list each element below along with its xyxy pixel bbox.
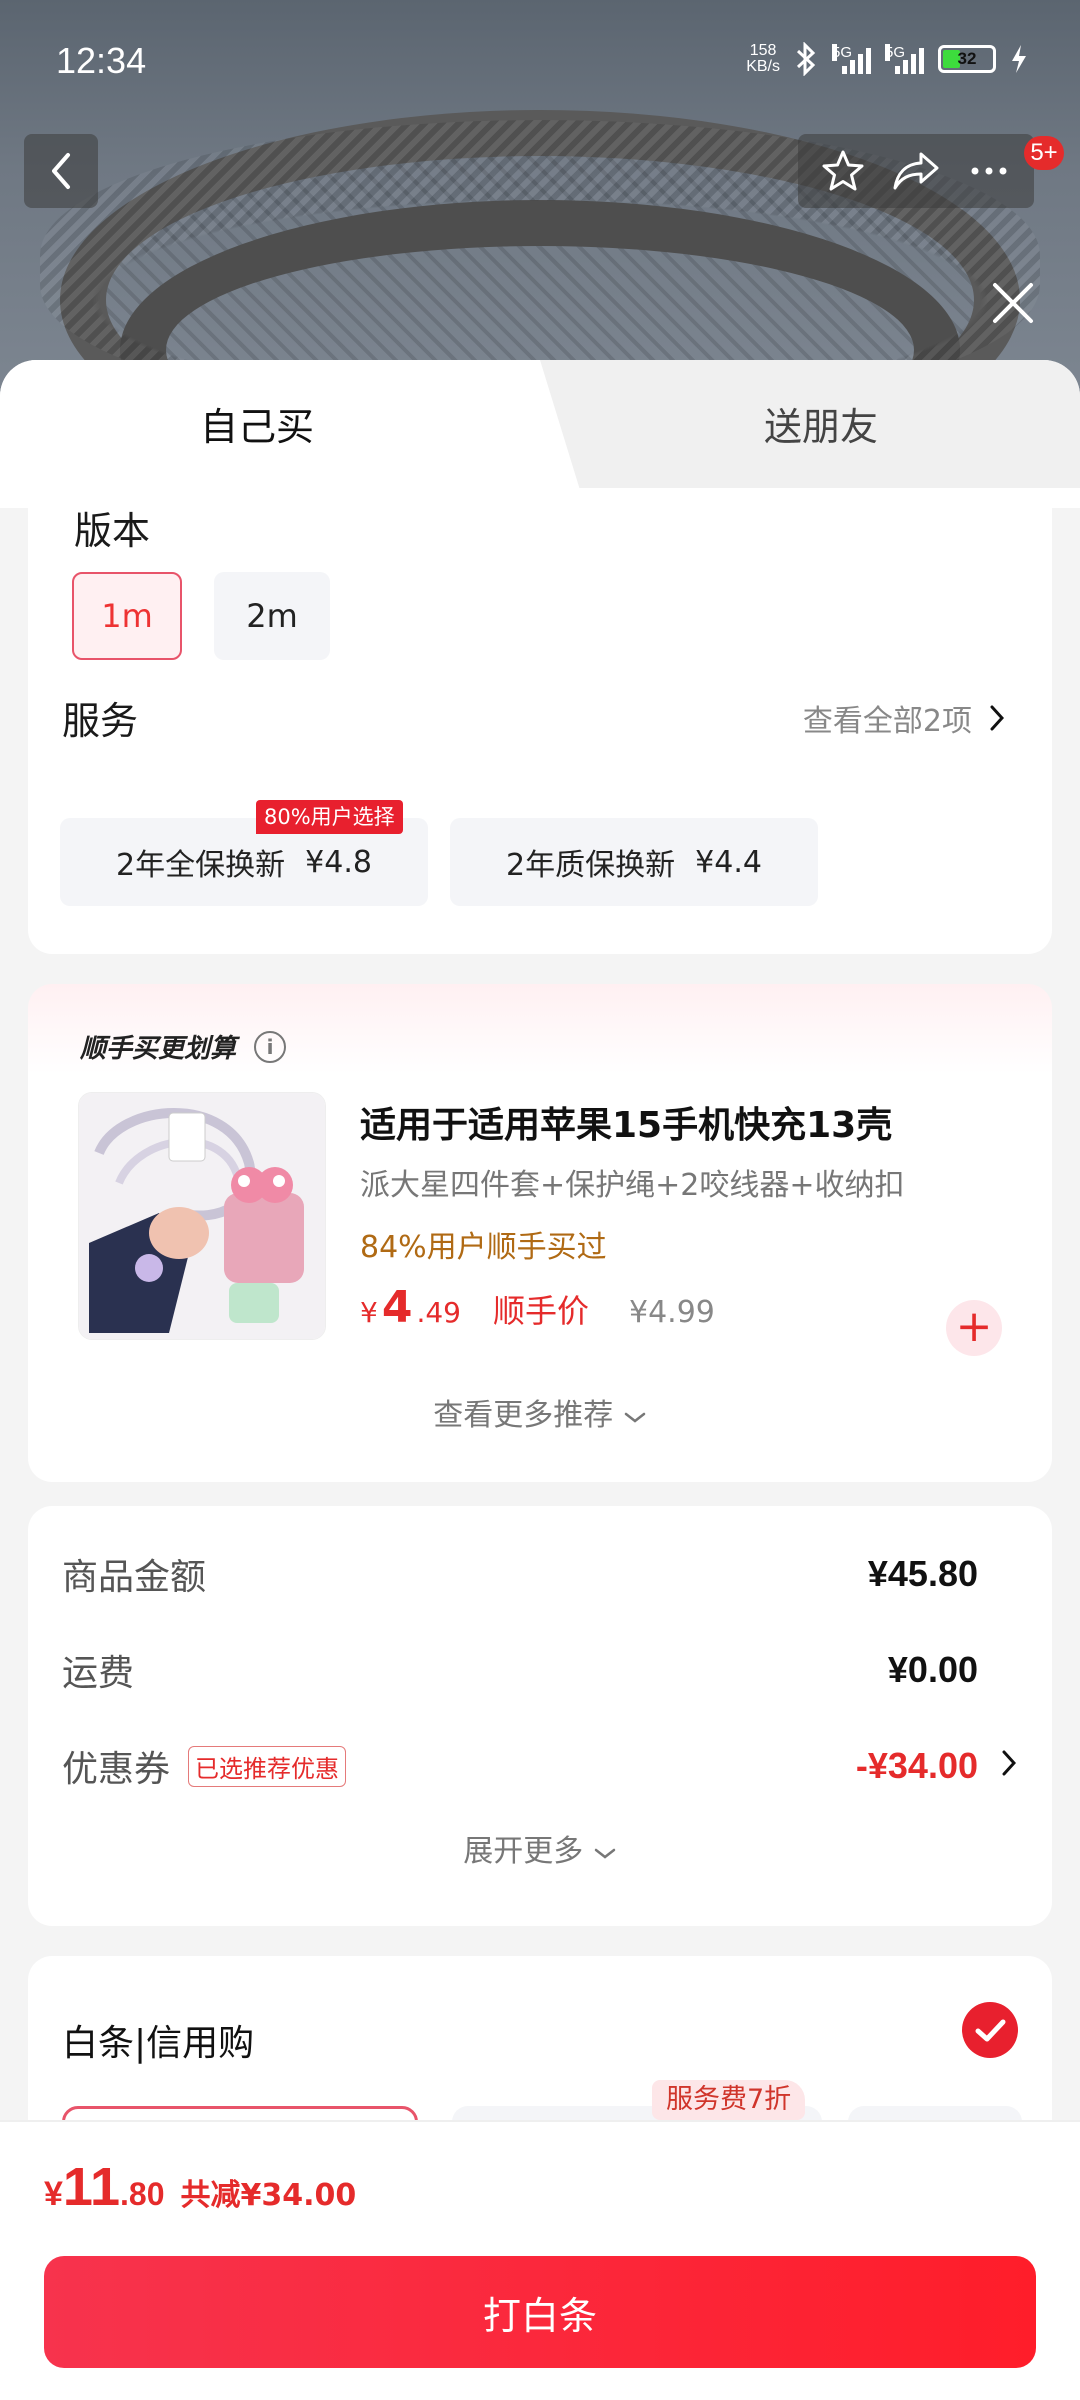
addon-section-title: 顺手买更划算 i bbox=[80, 1028, 287, 1065]
version-option-1m[interactable]: 1m bbox=[72, 572, 182, 660]
coupon-label-group: 优惠券 已选推荐优惠 bbox=[62, 1740, 347, 1792]
chevron-right-icon bbox=[990, 705, 1004, 731]
charging-icon bbox=[1012, 45, 1026, 73]
summary-row-goods: 商品金额 ¥45.80 bbox=[62, 1548, 978, 1600]
product-photo-illustration bbox=[79, 1093, 325, 1339]
more-icon[interactable] bbox=[966, 148, 1012, 194]
price-decimal: .49 bbox=[416, 1296, 461, 1329]
addon-purchase-hint: 84%用户顺手买过 bbox=[360, 1230, 607, 1265]
service-price: ¥4.4 bbox=[695, 844, 762, 880]
version-option-2m[interactable]: 2m bbox=[214, 572, 330, 660]
expand-more-link[interactable]: 展开更多 bbox=[28, 1826, 1052, 1870]
addon-product-subtitle: 派大星四件套+保护绳+2咬线器+收纳扣 bbox=[360, 1168, 905, 1203]
header-actions bbox=[798, 134, 1034, 208]
status-icons: 158 KB/s 5G 5G 32 bbox=[746, 42, 1028, 76]
service-title: 服务 bbox=[62, 699, 139, 743]
addon-product-image[interactable] bbox=[78, 1092, 326, 1340]
message-badge: 5+ bbox=[1024, 136, 1064, 170]
add-addon-button[interactable]: + bbox=[946, 1300, 1002, 1356]
back-button[interactable] bbox=[24, 134, 98, 208]
info-icon[interactable]: i bbox=[254, 1030, 287, 1063]
addon-product-title[interactable]: 适用于适用苹果15手机快充13壳 bbox=[360, 1096, 892, 1148]
purchase-tabs: 自己买 送朋友 bbox=[0, 360, 1080, 490]
see-all-services-link[interactable]: 查看全部2项 bbox=[803, 696, 1004, 740]
bluetooth-icon bbox=[796, 42, 816, 76]
coupon-value: -¥34.00 bbox=[855, 1745, 978, 1786]
service-option-quality-warranty[interactable]: 2年质保换新 ¥4.4 bbox=[450, 818, 818, 906]
row-value: ¥45.80 bbox=[867, 1553, 978, 1594]
spec-card: 版本 1m 2m 服务 查看全部2项 2年全保换新 ¥4.8 2年质保换新 ¥4… bbox=[28, 488, 1052, 954]
pay-with-baitiao-button[interactable]: 打白条 bbox=[44, 2256, 1036, 2368]
price-integer: 4 bbox=[381, 1282, 413, 1333]
popular-badge: 80%用户选择 bbox=[256, 800, 403, 834]
check-icon bbox=[975, 2019, 1006, 2042]
addon-card: 顺手买更划算 i 适用于适用苹果15手机快充13壳 派大星四件套+保护绳+2咬线… bbox=[28, 984, 1052, 1482]
signal-icon: 5G bbox=[832, 44, 871, 74]
service-fee-badge: 服务费7折 bbox=[652, 2080, 806, 2120]
payment-selected-checkbox[interactable] bbox=[962, 2002, 1018, 2058]
service-name: 2年质保换新 bbox=[506, 848, 676, 883]
share-icon[interactable] bbox=[891, 148, 941, 194]
total-decimal: .80 bbox=[120, 2176, 165, 2212]
back-icon bbox=[52, 153, 70, 189]
total-integer: 11 bbox=[62, 2157, 121, 2217]
expand-label: 展开更多 bbox=[463, 1834, 584, 1869]
row-value: ¥0.00 bbox=[887, 1649, 978, 1690]
summary-row-coupon[interactable]: 优惠券 已选推荐优惠 -¥34.00 bbox=[62, 1740, 978, 1792]
status-time: 12:34 bbox=[56, 40, 147, 81]
price-label: 顺手价 bbox=[492, 1292, 589, 1330]
total-currency: ¥ bbox=[44, 2175, 63, 2213]
chevron-right-icon[interactable] bbox=[1002, 1750, 1016, 1776]
total-savings: 共减¥34.00 bbox=[180, 2178, 357, 2213]
version-title: 版本 bbox=[74, 509, 151, 553]
row-label: 商品金额 bbox=[62, 1557, 207, 1598]
star-icon[interactable] bbox=[820, 148, 866, 194]
tab-buy-for-self[interactable]: 自己买 bbox=[200, 396, 314, 451]
row-label: 优惠券 bbox=[62, 1749, 171, 1790]
checkout-divider bbox=[0, 2120, 1080, 2122]
tab-self-curve bbox=[520, 360, 580, 490]
more-label: 查看更多推荐 bbox=[433, 1398, 614, 1433]
chevron-down-icon bbox=[624, 1412, 646, 1423]
status-bar: 12:34 158 KB/s 5G 5G 32 bbox=[0, 0, 1080, 120]
total-price: ¥ 11 .80 共减¥34.00 bbox=[44, 2156, 356, 2218]
row-label: 运费 bbox=[62, 1653, 135, 1694]
addon-price: ¥ 4 .49 顺手价 ¥4.99 bbox=[360, 1282, 715, 1333]
service-price: ¥4.8 bbox=[305, 844, 372, 880]
addon-title-text: 顺手买更划算 bbox=[80, 1034, 237, 1064]
payment-method-title: 白条|信用购 bbox=[62, 2023, 255, 2064]
chevron-down-icon bbox=[594, 1848, 616, 1859]
network-speed: 158 KB/s bbox=[746, 42, 780, 75]
see-all-label: 查看全部2项 bbox=[802, 704, 972, 739]
price-currency: ¥ bbox=[360, 1296, 378, 1329]
coupon-tag: 已选推荐优惠 bbox=[188, 1745, 347, 1787]
purchase-sheet: 自己买 送朋友 版本 1m 2m 服务 查看全部2项 2年全保换新 ¥4.8 2… bbox=[0, 360, 1080, 2400]
signal-icon-2: 5G bbox=[885, 44, 924, 74]
more-recommendations-link[interactable]: 查看更多推荐 bbox=[28, 1390, 1052, 1434]
summary-row-shipping: 运费 ¥0.00 bbox=[62, 1644, 978, 1696]
price-summary-card: 商品金额 ¥45.80 运费 ¥0.00 优惠券 已选推荐优惠 -¥34.00 … bbox=[28, 1506, 1052, 1926]
original-price: ¥4.99 bbox=[629, 1295, 715, 1330]
service-name: 2年全保换新 bbox=[116, 848, 286, 883]
tab-gift-friend[interactable]: 送朋友 bbox=[764, 396, 878, 451]
close-icon[interactable] bbox=[990, 280, 1036, 326]
battery-icon: 32 bbox=[938, 45, 996, 73]
